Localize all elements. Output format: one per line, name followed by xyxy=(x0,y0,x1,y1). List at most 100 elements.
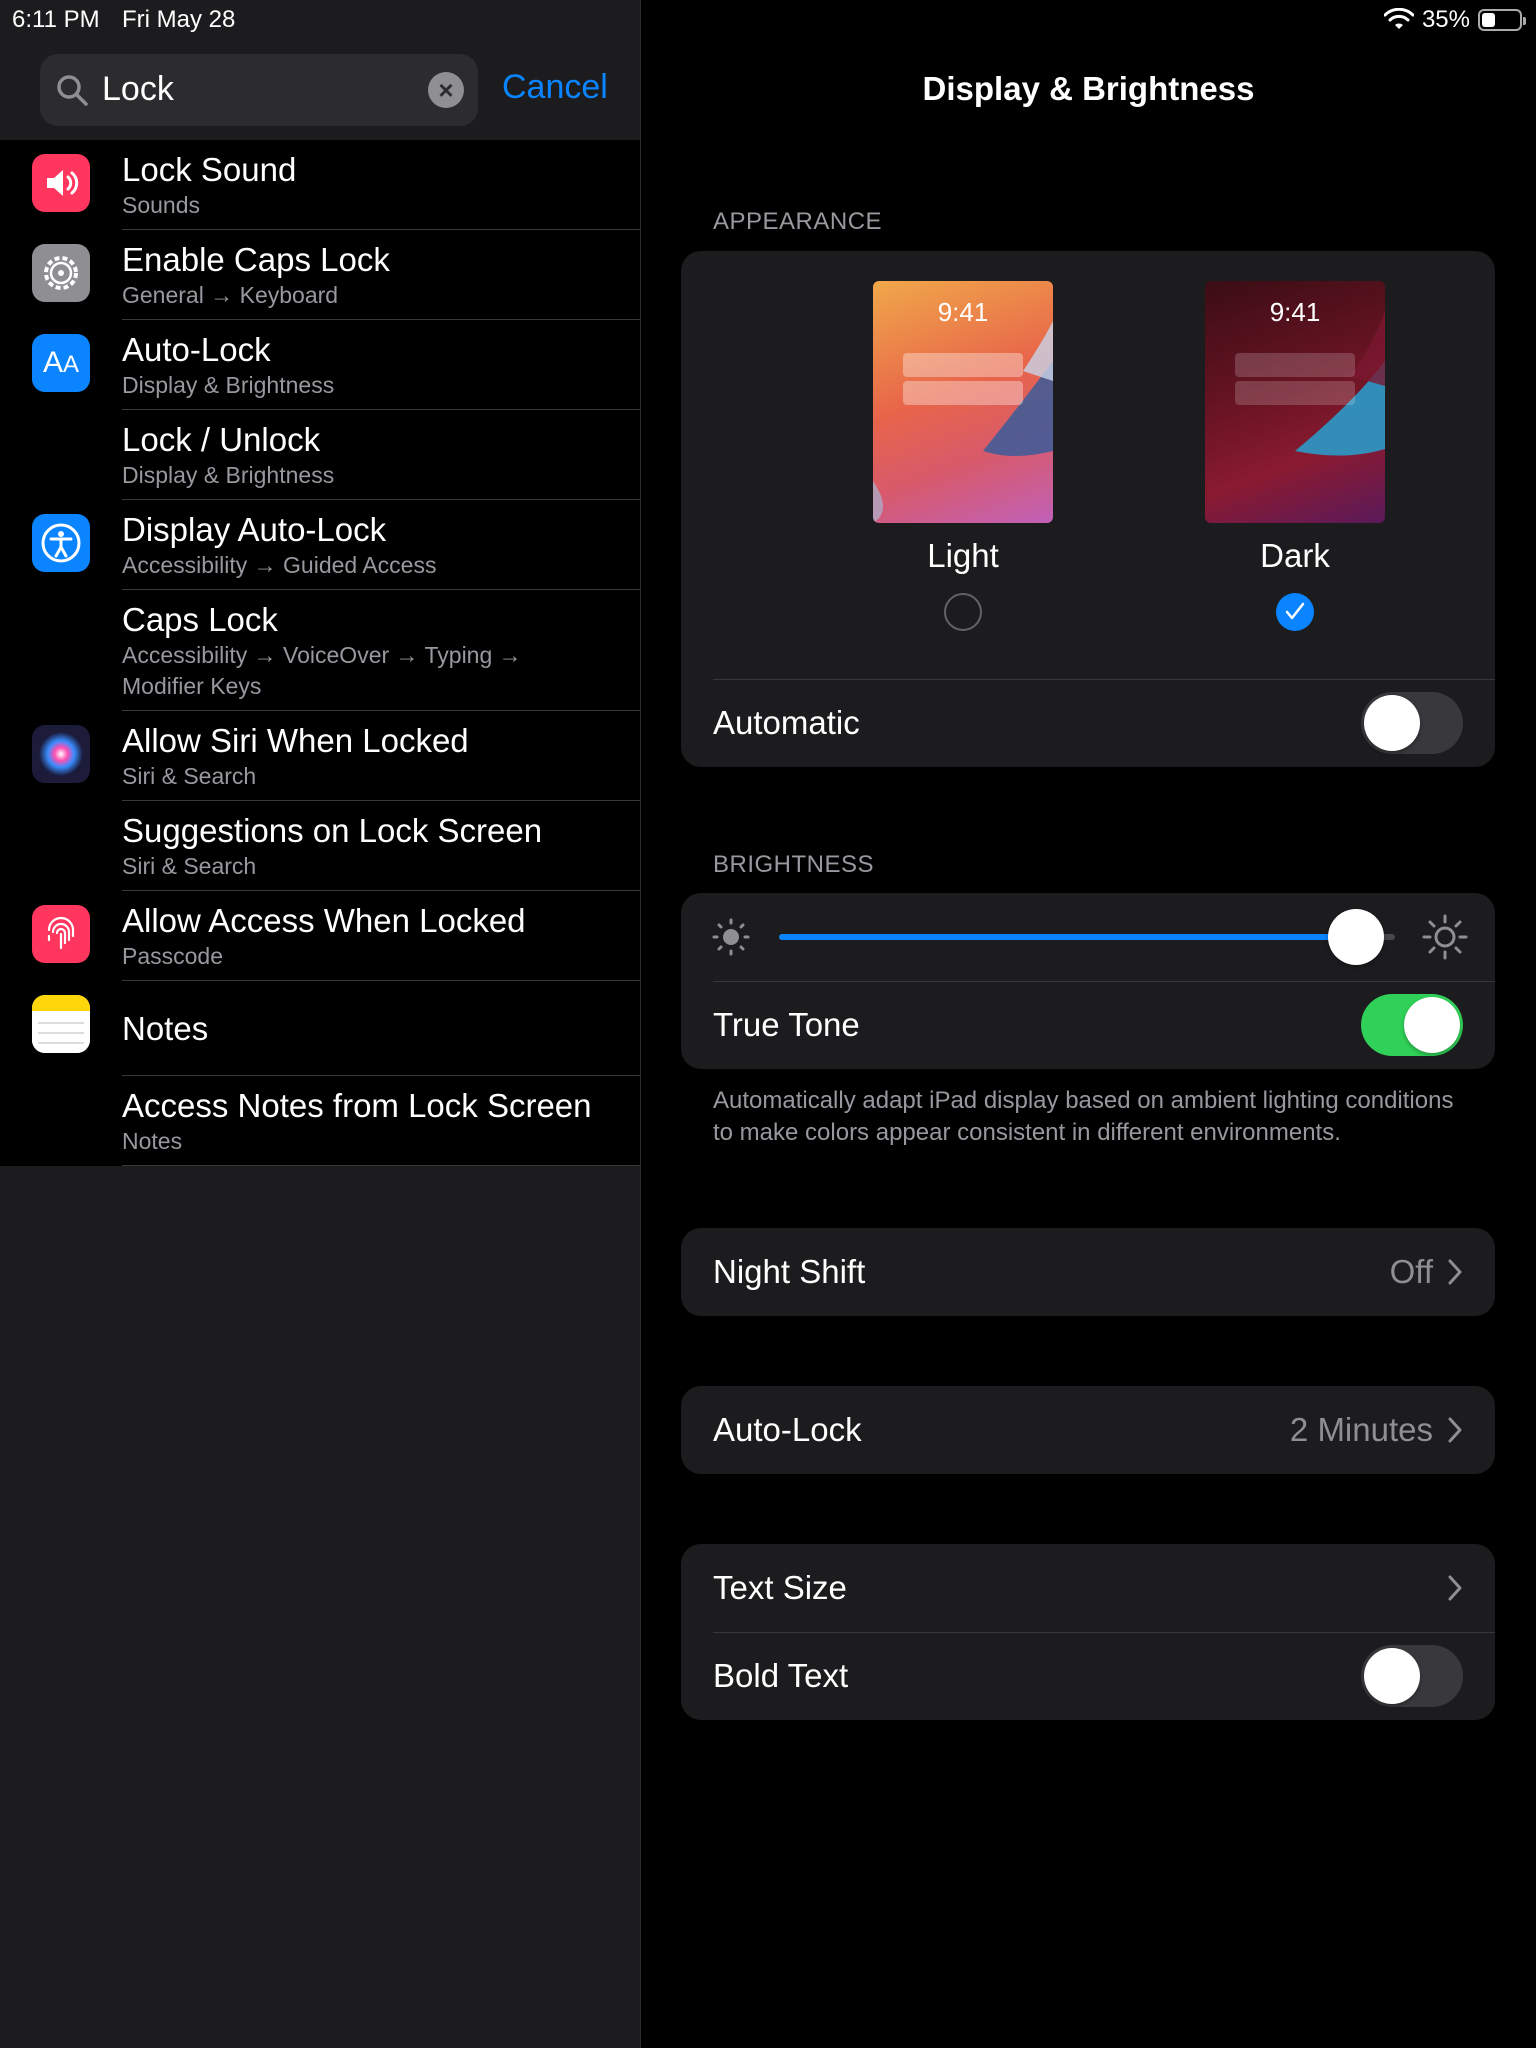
night-shift-value: Off xyxy=(1389,1253,1433,1290)
search-result-item[interactable]: Notes xyxy=(0,981,640,1076)
clear-search-icon[interactable]: × xyxy=(428,72,464,108)
night-shift-row[interactable]: Night Shift Off xyxy=(681,1228,1495,1316)
brightness-low-icon xyxy=(712,918,750,956)
true-tone-label: True Tone xyxy=(713,1006,860,1043)
toggle-knob xyxy=(1404,997,1460,1053)
status-right: 35% xyxy=(1383,6,1526,34)
result-text: Caps Lock Accessibility → VoiceOver → Typ… xyxy=(122,590,640,711)
search-result-item[interactable]: Lock Sound Sounds xyxy=(0,140,640,230)
result-title: Suggestions on Lock Screen xyxy=(122,812,543,849)
result-subtitle: Passcode xyxy=(122,943,224,969)
search-result-item[interactable]: Display Auto-Lock Accessibility → Guided … xyxy=(0,500,640,590)
bold-text-label: Bold Text xyxy=(713,1657,849,1694)
detail-pane: Display & Brightness APPEARANCE 9:41 Lig… xyxy=(641,0,1536,2048)
result-title: Display Auto-Lock xyxy=(122,511,387,548)
true-tone-footer: Automatically adapt iPad display based o… xyxy=(713,1087,1454,1146)
result-subtitle: General → Keyboard xyxy=(122,282,339,308)
auto-lock-value: 2 Minutes xyxy=(1289,1411,1433,1448)
dark-preview-bar xyxy=(1235,353,1355,377)
result-title: Enable Caps Lock xyxy=(122,241,390,278)
text-size-label: Text Size xyxy=(713,1569,847,1606)
text-size-row[interactable]: Text Size xyxy=(681,1544,1495,1632)
result-text: Notes xyxy=(122,981,640,1076)
search-result-item[interactable]: Caps Lock Accessibility → VoiceOver → Typ… xyxy=(0,590,640,711)
slider-thumb[interactable] xyxy=(1327,909,1384,965)
result-text: Allow Siri When Locked Siri & Search xyxy=(122,711,640,801)
dark-radio[interactable] xyxy=(1276,593,1314,631)
night-shift-label: Night Shift xyxy=(713,1253,866,1290)
result-title: Lock / Unlock xyxy=(122,421,321,458)
result-icon-column xyxy=(0,981,122,1076)
result-subtitle: Siri & Search xyxy=(122,853,257,879)
light-radio[interactable] xyxy=(944,593,982,631)
light-preview-bar xyxy=(903,381,1023,405)
result-title: Allow Siri When Locked xyxy=(122,722,469,759)
dark-preview-bar xyxy=(1235,381,1355,405)
light-preview-time: 9:41 xyxy=(937,297,989,327)
auto-lock-row[interactable]: Auto-Lock 2 Minutes xyxy=(681,1386,1495,1474)
gear-icon xyxy=(32,244,90,302)
fingerprint-icon xyxy=(32,905,90,963)
search-result-item[interactable]: Lock / Unlock Display & Brightness xyxy=(0,410,640,500)
slider-fill xyxy=(779,934,1356,940)
search-field[interactable]: Lock × xyxy=(40,54,478,126)
search-result-item[interactable]: Access Notes from Lock Screen Notes xyxy=(0,1076,640,1166)
appearance-group: 9:41 Light 9:41 Dark Automatic xyxy=(681,251,1495,767)
search-result-item[interactable]: Suggestions on Lock Screen Siri & Search xyxy=(0,801,640,891)
dark-preview-time: 9:41 xyxy=(1269,297,1321,327)
light-preview: 9:41 xyxy=(873,281,1053,523)
page-title: Display & Brightness xyxy=(922,70,1255,107)
chevron-right-icon xyxy=(1448,1259,1462,1285)
notes-icon xyxy=(32,995,90,1053)
search-result-item[interactable]: Allow Siri When Locked Siri & Search xyxy=(0,711,640,801)
search-icon xyxy=(57,75,88,106)
result-title: Access Notes from Lock Screen xyxy=(122,1087,592,1124)
toggle-knob xyxy=(1364,695,1420,751)
wifi-icon xyxy=(1383,8,1414,29)
result-text: Lock / Unlock Display & Brightness xyxy=(122,410,640,500)
automatic-toggle[interactable] xyxy=(1361,692,1463,754)
auto-lock-label: Auto-Lock xyxy=(713,1411,862,1448)
brightness-high-icon xyxy=(1422,914,1468,960)
appearance-light-option[interactable]: 9:41 Light xyxy=(873,281,1053,631)
result-title: Allow Access When Locked xyxy=(122,902,526,939)
search-result-item[interactable]: AA Auto-Lock Display & Brightness xyxy=(0,320,640,410)
chevron-right-icon xyxy=(1448,1575,1462,1601)
separator xyxy=(713,1632,1495,1633)
result-subtitle: Display & Brightness xyxy=(122,462,335,488)
true-tone-toggle[interactable] xyxy=(1361,994,1463,1056)
automatic-row: Automatic xyxy=(681,679,1495,767)
result-icon-column xyxy=(0,140,122,230)
result-icon-column xyxy=(0,711,122,801)
true-tone-row: True Tone xyxy=(681,981,1495,1069)
search-input[interactable]: Lock xyxy=(102,70,174,109)
chevron-right-icon xyxy=(1448,1417,1462,1443)
bold-text-toggle[interactable] xyxy=(1361,1645,1463,1707)
brightness-slider[interactable] xyxy=(779,906,1395,968)
result-icon-column xyxy=(0,410,122,500)
auto-lock-group: Auto-Lock 2 Minutes xyxy=(681,1386,1495,1474)
accessibility-icon xyxy=(32,514,90,572)
search-result-item[interactable]: Allow Access When Locked Passcode xyxy=(0,891,640,981)
status-time: 6:11 PM xyxy=(12,6,100,33)
result-icon-column xyxy=(0,891,122,981)
text-group: Text Size Bold Text xyxy=(681,1544,1495,1720)
result-subtitle: Accessibility → VoiceOver → Typing → Mod… xyxy=(122,642,522,699)
toggle-knob xyxy=(1364,1648,1420,1704)
result-icon-column xyxy=(0,801,122,891)
result-text: Display Auto-Lock Accessibility → Guided … xyxy=(122,500,640,590)
separator xyxy=(713,981,1495,982)
speaker-icon xyxy=(32,154,90,212)
result-text: Auto-Lock Display & Brightness xyxy=(122,320,640,410)
cancel-button[interactable]: Cancel xyxy=(502,68,608,107)
result-text: Lock Sound Sounds xyxy=(122,140,640,230)
result-icon-column xyxy=(0,500,122,590)
result-title: Caps Lock xyxy=(122,601,278,638)
result-title: Auto-Lock xyxy=(122,331,271,368)
result-subtitle: Display & Brightness xyxy=(122,372,335,398)
search-result-item[interactable]: Enable Caps Lock General → Keyboard xyxy=(0,230,640,320)
appearance-dark-option[interactable]: 9:41 Dark xyxy=(1205,281,1385,631)
siri-icon xyxy=(32,725,90,783)
brightness-slider-row xyxy=(681,893,1495,981)
result-subtitle: Sounds xyxy=(122,192,201,218)
